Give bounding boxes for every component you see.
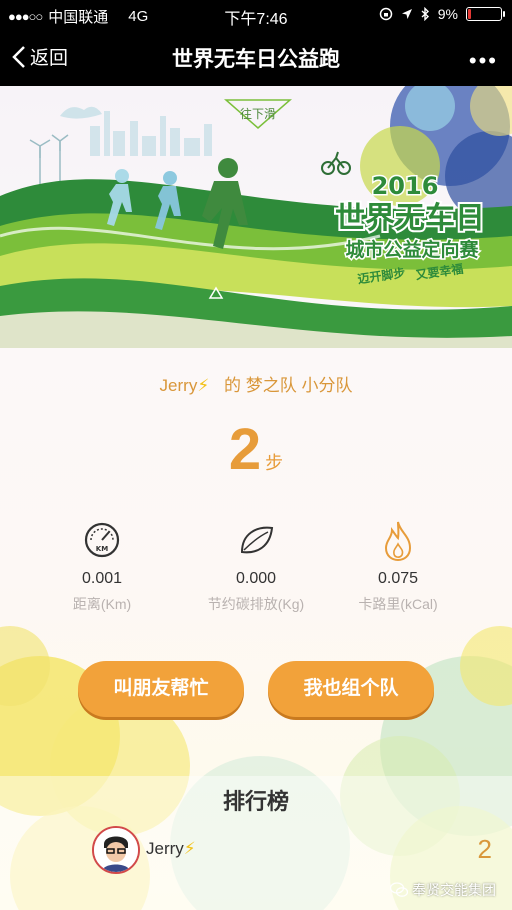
- stat-distance: KM 0.001 距离(Km): [22, 518, 182, 614]
- form-team-button[interactable]: 我也组个队: [268, 661, 434, 717]
- battery-percent: 9%: [437, 6, 458, 22]
- orientation-lock-icon: [379, 7, 393, 21]
- ask-friends-button[interactable]: 叫朋友帮忙: [78, 661, 244, 717]
- location-arrow-icon: [401, 9, 412, 19]
- battery-icon: [466, 7, 505, 21]
- battery-level: [468, 9, 471, 19]
- back-button[interactable]: 返回: [12, 43, 68, 70]
- ranking-step-count: 2: [477, 834, 492, 864]
- scroll-hint: 往下滑: [240, 106, 276, 121]
- team-name-line: Jerry⚡ 的 梦之队 小分队: [0, 371, 512, 396]
- ranking-user-name: Jerry⚡: [146, 839, 196, 859]
- team-owner: Jerry: [159, 376, 198, 395]
- watermark-text: 奉贤交能集团: [412, 882, 496, 898]
- event-title: 世界无车日: [335, 201, 485, 236]
- avatar: [92, 826, 140, 874]
- step-counter: 2步: [0, 416, 512, 483]
- page-content: 往下滑 2016 世界无车日 城市公益定向赛 迈开脚步 又要幸福 Jerry⚡ …: [0, 86, 512, 910]
- step-unit: 步: [265, 453, 284, 473]
- distance-label: 距离(Km): [72, 596, 132, 612]
- lightning-icon: ⚡: [197, 376, 210, 395]
- status-right: 9%: [379, 6, 505, 22]
- flame-icon: [384, 521, 412, 562]
- chevron-left-icon: [12, 45, 25, 68]
- step-count: 2: [228, 417, 262, 482]
- speedometer-km-text: KM: [96, 545, 108, 553]
- distance-value: 0.001: [81, 570, 123, 587]
- status-bar: ●●●○○ 中国联通 4G 下午7:46 9%: [0, 0, 512, 30]
- avatar-illustration: [94, 828, 138, 872]
- page-title: 世界无车日公益跑: [172, 48, 340, 71]
- more-button[interactable]: •••: [469, 48, 498, 74]
- ranking-user-label: Jerry: [146, 839, 184, 858]
- stat-calories: 0.075 卡路里(kCal): [318, 518, 478, 614]
- event-banner: 往下滑 2016 世界无车日 城市公益定向赛 迈开脚步 又要幸福: [0, 86, 512, 348]
- ranking-title: 排行榜: [222, 789, 289, 814]
- wechat-icon: [390, 882, 408, 897]
- stat-carbon: 0.000 节约碳排放(Kg): [176, 518, 336, 614]
- event-year: 2016: [372, 172, 439, 200]
- lightning-icon: ⚡: [183, 839, 196, 858]
- leaf-icon: [240, 526, 274, 554]
- bluetooth-icon: [421, 7, 429, 21]
- calories-label: 卡路里(kCal): [358, 596, 438, 612]
- official-account-watermark: 奉贤交能集团: [390, 880, 496, 900]
- carbon-label: 节约碳排放(Kg): [207, 596, 305, 612]
- calories-value: 0.075: [377, 570, 419, 587]
- speedometer-icon: KM: [84, 522, 120, 558]
- team-name: 的 梦之队 小分队: [224, 376, 353, 395]
- nav-bar: 返回 世界无车日公益跑 •••: [0, 30, 512, 86]
- event-subtitle: 城市公益定向赛: [345, 238, 479, 261]
- back-label: 返回: [30, 48, 69, 69]
- carbon-value: 0.000: [235, 570, 277, 587]
